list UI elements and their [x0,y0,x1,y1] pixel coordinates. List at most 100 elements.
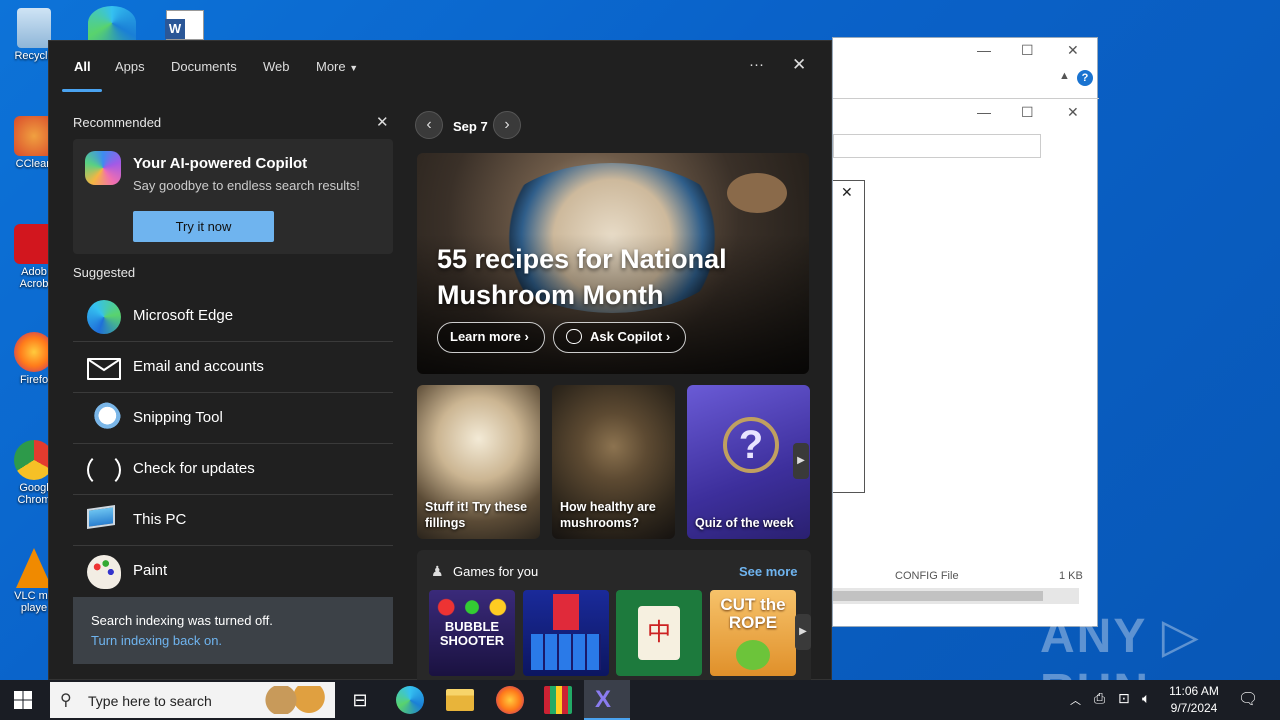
recommended-title: Recommended [73,115,162,130]
game-blocks-piece [553,594,579,630]
show-hidden-icons[interactable]: ︿ [1070,692,1081,708]
news-tile[interactable]: Stuff it! Try these fillings [417,385,540,539]
copilot-icon [85,151,121,185]
game-tile[interactable]: 中 [616,590,702,676]
suggested-item-edge[interactable]: Microsoft Edge [73,291,393,342]
edge-taskbar-icon[interactable] [396,686,424,714]
hero-image-mushroom [727,173,787,213]
suggested-item-paint[interactable]: Paint [73,546,393,597]
suggested-item-label: Email and accounts [133,358,264,375]
game-tile[interactable]: BUBBLE SHOOTER [429,590,515,676]
active-app-button[interactable]: X [584,680,630,720]
maximize-icon[interactable]: ☐ [1021,42,1034,59]
quiz-tile[interactable]: ? Quiz of the week [687,385,810,539]
game-title: BUBBLE SHOOTER [439,619,505,648]
suggested-item-label: Paint [133,562,168,579]
close-icon[interactable]: ✕ [792,55,806,75]
winrar-icon[interactable] [544,686,572,714]
news-tile-caption: How healthy are mushrooms? [560,500,656,530]
clock[interactable]: 11:06 AM 9/7/2024 [1166,684,1222,715]
divider [833,98,1099,99]
copilot-card[interactable]: Your AI-powered Copilot Say goodbye to e… [73,139,393,254]
chevron-right-icon: › [665,329,671,344]
game-blocks-graphic [531,634,601,670]
see-more-link[interactable]: See more [739,564,798,579]
search-placeholder: Type here to search [88,693,212,709]
desktop-icon-label: Firefo [19,374,49,386]
indexing-notice: Search indexing was turned off. Turn ind… [73,597,393,664]
windows-start-icon[interactable] [14,691,32,709]
games-next-button[interactable]: ▶ [795,614,811,650]
file-name: CONFIG File [895,570,959,582]
tab-documents[interactable]: Documents [171,59,237,74]
tab-more[interactable]: More ▼ [316,59,358,74]
tab-apps[interactable]: Apps [115,59,145,74]
turn-indexing-on-link[interactable]: Turn indexing back on. [91,633,222,648]
firefox-taskbar-icon[interactable] [496,686,524,714]
learn-more-button[interactable]: Learn more › [437,322,545,353]
question-mark-icon: ? [723,417,779,473]
file-explorer-icon[interactable] [446,689,474,711]
dismiss-recommended-icon[interactable]: ✕ [376,113,389,131]
maximize-icon[interactable]: ☐ [1021,104,1034,121]
notifications-icon[interactable]: 🗨︎ [1238,689,1258,709]
help-icon[interactable]: ? [1077,70,1093,86]
game-tile[interactable]: CUT the ROPE [710,590,796,676]
background-window[interactable]: — ☐ ✕ ▲ ? — ☐ ✕ ✕ CONFIG File 1 KB [832,37,1099,627]
edge-icon [87,300,121,334]
hero-card[interactable]: 55 recipes for National Mushroom Month L… [417,153,809,374]
search-icon: ⚲ [60,692,72,709]
minimize-icon[interactable]: — [977,42,991,58]
search-tabs: All Apps Documents Web More ▼ ··· ✕ [49,41,833,93]
suggested-item-snipping[interactable]: Snipping Tool [73,393,393,444]
refresh-icon [87,453,121,487]
more-options-icon[interactable]: ··· [749,56,764,73]
suggested-item-label: This PC [133,511,187,528]
computer-icon [87,505,115,529]
address-bar[interactable] [833,134,1041,158]
previous-day-button[interactable]: ‹ [415,111,443,139]
news-tile[interactable]: How healthy are mushrooms? [552,385,675,539]
copilot-card-title: Your AI-powered Copilot [133,155,308,172]
dialog-frame [833,180,865,493]
suggested-title: Suggested [73,265,136,280]
close-icon[interactable]: ✕ [841,184,853,201]
active-tab-indicator [62,89,102,92]
volume-icon[interactable]: 🔈︎ [1142,690,1150,707]
close-icon[interactable]: ✕ [1067,42,1079,59]
meet-now-icon[interactable]: ⎙ [1094,690,1105,707]
next-day-button[interactable]: › [493,111,521,139]
indexing-message: Search indexing was turned off. [91,613,273,628]
horizontal-scrollbar[interactable] [833,588,1079,604]
tab-all[interactable]: All [74,59,91,74]
app-x-icon: X [595,686,612,713]
recycle-bin-icon [17,8,51,48]
word-desktop-icon[interactable]: W [165,10,204,40]
quiz-tile-caption: Quiz of the week [695,516,794,530]
tab-more-label: More [316,59,346,74]
suggested-item-email[interactable]: Email and accounts [73,342,393,393]
desktop-icon-label: CClean [15,158,53,170]
om-nom-icon [736,640,770,670]
file-size: 1 KB [1059,570,1083,582]
ask-copilot-button[interactable]: Ask Copilot › [553,322,686,353]
search-panel: All Apps Documents Web More ▼ ··· ✕ Reco… [48,40,833,681]
taskbar: ⚲ Type here to search ⊟ X ︿ ⎙ ⊡ 🔈︎ 11:06… [0,680,1280,720]
suggested-item-this-pc[interactable]: This PC [73,495,393,546]
hero-title: 55 recipes for National Mushroom Month [437,244,727,310]
taskbar-search-box[interactable]: ⚲ Type here to search [50,682,335,718]
network-icon[interactable]: ⊡ [1118,690,1130,707]
game-tile[interactable] [523,590,609,676]
suggested-item-label: Snipping Tool [133,409,223,426]
paint-icon [87,555,121,589]
edge-desktop-icon[interactable] [88,6,136,40]
chevron-up-icon[interactable]: ▲ [1059,70,1070,82]
tab-web[interactable]: Web [263,59,290,74]
task-view-icon[interactable]: ⊟ [346,686,374,714]
suggested-item-updates[interactable]: Check for updates [73,444,393,495]
try-it-now-button[interactable]: Try it now [133,211,274,242]
close-icon[interactable]: ✕ [1067,104,1079,121]
search-highlight-mushroom-icon [260,686,330,714]
minimize-icon[interactable]: — [977,104,991,120]
tiles-next-button[interactable]: ▶ [793,443,809,479]
